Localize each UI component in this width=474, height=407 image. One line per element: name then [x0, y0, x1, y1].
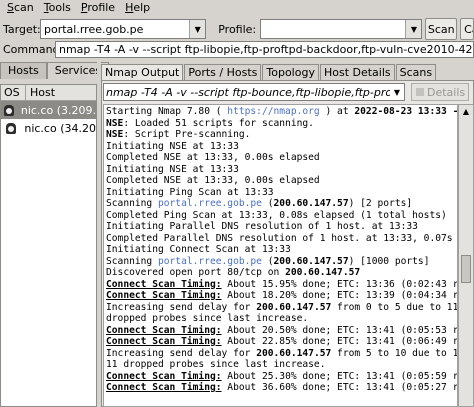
output-line: Initiating Ping Scan at 13:33: [106, 186, 274, 198]
scrollbar-thumb[interactable]: [461, 255, 471, 283]
command-input[interactable]: nmap -T4 -A -v --script ftp-libopie,ftp-…: [55, 40, 474, 58]
menu-tools[interactable]: Tools: [39, 0, 76, 16]
output-line: Completed NSE at 13:33, 0.00s elapsed: [106, 152, 320, 163]
output-line: dropped probes since last increase.: [106, 313, 309, 324]
command-row: Command: nmap -T4 -A -v --script ftp-lib…: [0, 40, 474, 58]
host-name: nic.co (34.20: [24, 121, 96, 135]
output-line: NSE: Loaded 51 scripts for scanning.: [106, 117, 314, 129]
host-row[interactable]: nic.co (3.209.: [1, 101, 96, 119]
command-text[interactable]: nmap -T4 -A -v --script ftp-libopie,ftp-…: [56, 43, 473, 56]
output-line: Connect Scan Timing: About 25.30% done; …: [106, 370, 458, 382]
target-dropdown-icon[interactable]: ▼: [189, 20, 206, 38]
menu-scan-mnemonic: S: [7, 1, 14, 14]
output-line: Discovered open port 80/tcp on 200.60.14…: [106, 267, 361, 278]
output-line: Increasing send delay for 200.60.147.57 …: [106, 301, 458, 313]
tab-nmap-output[interactable]: Nmap Output: [101, 64, 184, 81]
output-command-select[interactable]: nmap -T4 -A -v --script ftp-bounce,ftp-l…: [103, 83, 405, 101]
menu-scan-label: can: [13, 1, 34, 14]
column-host[interactable]: Host: [26, 85, 55, 100]
profile-label: Profile:: [218, 22, 257, 36]
tab-scans[interactable]: Scans: [395, 64, 437, 81]
target-label: Target:: [3, 22, 41, 36]
nmap-output-text[interactable]: Starting Nmap 7.80 ( https://nmap.org ) …: [103, 104, 458, 407]
output-line: Connect Scan Timing: About 15.95% done; …: [106, 278, 458, 290]
menu-scan[interactable]: Scan: [2, 0, 39, 16]
output-line: Increasing send delay for 200.60.147.57 …: [106, 347, 458, 359]
output-line: Initiating Parallel DNS resolution of 1 …: [106, 221, 418, 232]
output-line: Connect Scan Timing: About 22.85% done; …: [106, 336, 458, 347]
menu-profile-label: rofile: [87, 1, 116, 14]
target-input[interactable]: portal.rree.gob.pe: [41, 23, 189, 36]
tab-ports-hosts[interactable]: Ports / Hosts: [184, 64, 262, 81]
linux-icon: [1, 122, 21, 134]
host-name: nic.co (3.209.: [20, 103, 96, 117]
output-line: Scanning portal.rree.gob.pe (200.60.147.…: [106, 255, 430, 267]
command-label: Command:: [3, 42, 64, 56]
output-line: Scanning portal.rree.gob.pe (200.60.147.…: [106, 198, 413, 209]
output-line: Connect Scan Timing: About 36.60% done; …: [106, 382, 458, 393]
details-label: Details: [427, 85, 466, 99]
target-combo[interactable]: portal.rree.gob.pe ▼: [40, 19, 207, 39]
chevron-down-icon[interactable]: ▼: [390, 84, 404, 100]
menu-help-label: elp: [133, 1, 151, 14]
output-line: Completed Parallel DNS resolution of 1 h…: [106, 232, 453, 244]
cancel-button[interactable]: Cancel: [460, 18, 474, 40]
host-list-header: OS Host: [1, 85, 96, 101]
output-line: Initiating NSE at 13:33: [106, 163, 239, 175]
menu-profile[interactable]: Profile: [76, 0, 120, 16]
profile-combo[interactable]: ▼: [260, 19, 423, 39]
target-row: Target: portal.rree.gob.pe ▼ Profile: ▼ …: [0, 18, 474, 40]
result-tabs: Nmap Output Ports / Hosts Topology Host …: [101, 64, 437, 81]
host-list: OS Host nic.co (3.209. nic.co (34.20: [0, 84, 97, 407]
output-command-row: nmap -T4 -A -v --script ftp-bounce,ftp-l…: [103, 82, 474, 102]
column-os[interactable]: OS: [1, 85, 26, 100]
output-line: Connect Scan Timing: About 18.20% done; …: [106, 290, 458, 301]
details-button[interactable]: Details: [411, 83, 469, 101]
menu-help[interactable]: Help: [120, 0, 155, 16]
output-line: Starting Nmap 7.80 ( https://nmap.org ) …: [106, 106, 458, 117]
output-command-text: nmap -T4 -A -v --script ftp-bounce,ftp-l…: [106, 85, 390, 99]
output-line: Completed Ping Scan at 13:33, 0.08s elap…: [106, 209, 447, 221]
left-pane-tabs: Hosts Services: [0, 62, 110, 79]
output-scrollbar[interactable]: ▲: [458, 104, 474, 407]
output-line: 11 dropped probes since last increase.: [106, 359, 326, 370]
output-line: NSE: Script Pre-scanning.: [106, 129, 251, 140]
output-line: Initiating NSE at 13:33: [106, 140, 239, 152]
tab-topology[interactable]: Topology: [262, 64, 319, 81]
linux-icon: [1, 104, 18, 116]
output-line: Connect Scan Timing: About 20.50% done; …: [106, 324, 458, 336]
tab-host-details[interactable]: Host Details: [319, 64, 395, 81]
output-line: Completed NSE at 13:33, 0.00s elapsed: [106, 175, 320, 186]
scroll-up-icon[interactable]: ▲: [459, 105, 473, 119]
tab-hosts[interactable]: Hosts: [0, 62, 47, 79]
menu-tools-label: ools: [48, 1, 71, 14]
host-row[interactable]: nic.co (34.20: [1, 119, 96, 137]
scan-button[interactable]: Scan: [425, 18, 458, 40]
profile-dropdown-icon[interactable]: ▼: [405, 20, 422, 38]
details-icon: [416, 88, 424, 96]
menu-bar: Scan Tools Profile Help: [0, 0, 474, 16]
output-line: Initiating Connect Scan at 13:33: [106, 244, 291, 255]
